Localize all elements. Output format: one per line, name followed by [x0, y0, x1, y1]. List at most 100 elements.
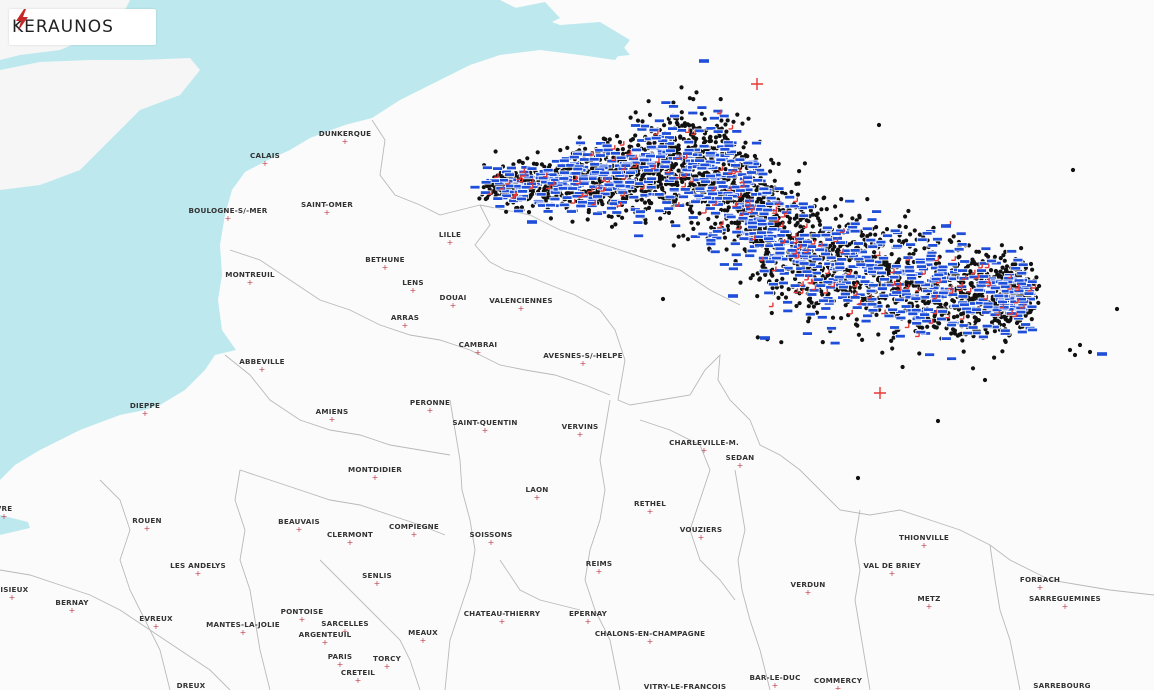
negative-strike — [811, 256, 823, 262]
negative-strike — [516, 196, 527, 202]
admin-border — [0, 569, 231, 690]
negative-strike — [480, 180, 492, 185]
negative-strike — [687, 110, 699, 116]
negative-strike — [878, 293, 890, 298]
lightning-map[interactable]: DUNKERQUE + CALAIS + BOULOGNE-S/-MER + SAINT-O… — [0, 0, 1154, 690]
city-marker: + — [411, 530, 418, 539]
strike-dot — [746, 116, 751, 121]
strike-dot — [830, 315, 836, 320]
strike-dot — [959, 319, 964, 324]
negative-strike — [883, 313, 895, 319]
strike-dot — [548, 216, 554, 221]
negative-strike — [498, 177, 509, 183]
negative-strike — [665, 148, 676, 153]
strike-dot — [646, 198, 652, 203]
strike-dot — [839, 316, 844, 321]
negative-strike — [816, 315, 828, 320]
negative-strike — [705, 241, 717, 247]
strike-dot — [577, 135, 582, 140]
negative-strike — [715, 180, 727, 185]
strike-dot — [865, 234, 870, 239]
negative-strike — [810, 233, 822, 238]
negative-strike — [834, 265, 846, 270]
negative-strike — [492, 196, 504, 201]
strike-dot — [796, 181, 801, 186]
strike-dot — [729, 220, 734, 225]
negative-strike — [668, 104, 679, 109]
strike-dot — [748, 276, 753, 281]
negative-strike — [589, 162, 601, 167]
negative-strike — [624, 180, 636, 185]
city-marker: + — [475, 348, 482, 357]
strike-dot — [615, 134, 620, 139]
positive-strike — [751, 78, 763, 90]
negative-strike — [782, 308, 794, 314]
strike-dot — [884, 227, 890, 232]
negative-strike — [632, 220, 644, 225]
negative-strike — [760, 336, 770, 340]
negative-strike — [927, 243, 939, 248]
strike-dot — [832, 244, 837, 249]
negative-strike — [981, 323, 993, 329]
negative-strike — [705, 238, 717, 243]
negative-strike — [944, 248, 956, 254]
strike-dot — [680, 179, 685, 184]
admin-border — [584, 399, 621, 690]
negative-strike — [670, 223, 682, 228]
negative-strike — [957, 294, 969, 299]
strike-dot — [874, 225, 879, 230]
negative-strike — [579, 157, 590, 162]
positive-strike — [825, 269, 830, 275]
strike-dot — [917, 351, 922, 356]
negative-strike — [763, 290, 775, 296]
strike-dot — [528, 194, 533, 199]
negative-strike — [902, 255, 914, 260]
city-marker: + — [737, 461, 744, 470]
strike-dot — [718, 97, 723, 102]
lightning-strikes — [469, 59, 1120, 481]
negative-strike — [526, 166, 538, 171]
strike-dot — [658, 216, 663, 221]
city-marker: + — [701, 446, 708, 455]
keraunos-logo[interactable]: KERAUNOS — [9, 9, 156, 45]
negative-strike — [844, 198, 856, 204]
strike-dot — [694, 90, 699, 95]
negative-strike — [820, 251, 831, 257]
map-canvas[interactable]: DUNKERQUE+CALAIS+BOULOGNE-S/-MER+SAINT-O… — [0, 0, 1154, 690]
strike-dot — [770, 285, 775, 291]
strike-dot — [477, 196, 482, 201]
negative-strike — [826, 326, 837, 331]
strike-dot — [743, 140, 748, 145]
negative-strike — [638, 157, 650, 163]
negative-strike — [864, 258, 875, 263]
strike-dot — [772, 178, 777, 183]
strike-dot — [695, 221, 701, 226]
negative-strike — [822, 225, 833, 230]
strike-dot — [690, 123, 696, 128]
strike-dot — [689, 220, 694, 225]
strike-dot — [947, 238, 952, 243]
strike-dot — [817, 222, 823, 227]
negative-strike — [654, 118, 665, 123]
negative-strike — [712, 129, 724, 134]
strike-dot — [673, 162, 679, 167]
negative-strike — [661, 131, 672, 136]
city-marker: + — [447, 238, 454, 247]
strike-dot — [820, 340, 825, 345]
strike-dot — [724, 247, 729, 252]
strike-dot — [857, 213, 862, 218]
strike-dot — [725, 223, 731, 229]
negative-strike — [558, 158, 570, 163]
strike-dot — [697, 171, 702, 176]
strike-dot — [944, 301, 949, 306]
strike-dot — [814, 197, 819, 203]
strike-dot — [713, 140, 718, 145]
strike-dot — [951, 234, 956, 239]
negative-strike — [1016, 270, 1028, 276]
city-marker: + — [647, 637, 654, 646]
strike-dot — [794, 303, 799, 309]
strike-dot — [633, 110, 638, 115]
strike-dot — [643, 220, 648, 225]
negative-strike — [919, 312, 930, 317]
strike-dot — [913, 248, 918, 253]
